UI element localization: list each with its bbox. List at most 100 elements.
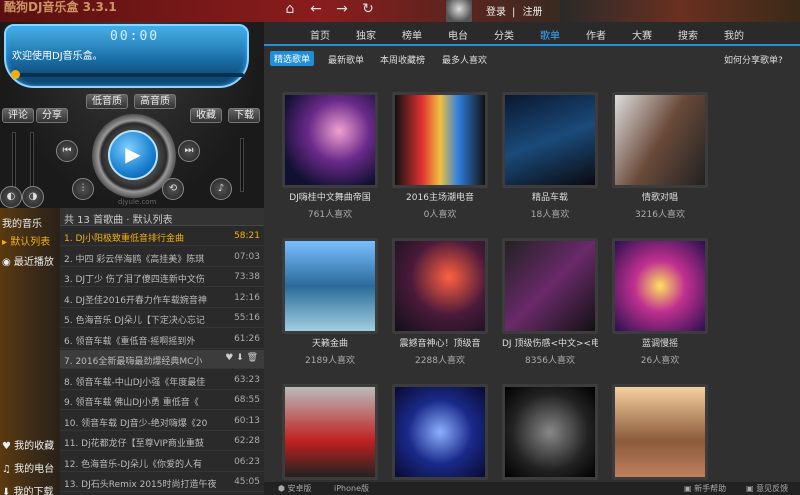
song-row[interactable]: 1. DJ小阳极致重低音排行金曲 58:21 <box>60 227 264 246</box>
song-row[interactable]: 11. Dj花都龙仔【至尊VIP商业重鼓 62:28 <box>60 432 264 451</box>
nav-radio[interactable]: ♫ 我的电台 <box>2 460 54 475</box>
playlist-card[interactable]: 天籁金曲 2189人喜欢 <box>282 238 378 366</box>
song-row[interactable]: 9. 领音车载 佛山DJ小勇 重低音《 68:55 <box>60 391 264 410</box>
login-link[interactable]: 登录 <box>486 7 506 18</box>
playlist-name[interactable]: 情歌对唱 <box>612 190 708 203</box>
playlist-cover[interactable] <box>392 92 488 188</box>
tab-featured[interactable]: 精选歌单 <box>270 51 315 66</box>
playlist-cover[interactable] <box>612 238 708 334</box>
playlist-name[interactable]: DJ嗨桂中文舞曲帝国 <box>282 190 378 203</box>
playlist-name[interactable]: DJ 顶级伤感<中文><电 <box>502 336 598 349</box>
playlist-cover[interactable] <box>282 238 378 334</box>
circle-icon-1[interactable]: ◐ <box>0 186 22 208</box>
song-row[interactable]: 10. 领音车载 DJ音少-绝对嗨爆《20 60:13 <box>60 412 264 431</box>
song-row[interactable]: 6. 领音车载《重低音·摇啊摇到外 61:26 <box>60 330 264 349</box>
tab-newest[interactable]: 最新歌单 <box>324 52 368 67</box>
equalizer-icon[interactable]: ⫶ <box>72 178 94 200</box>
left-slider[interactable] <box>12 132 16 192</box>
playlist-cover[interactable] <box>612 384 708 480</box>
tab-nav-6[interactable]: 作者 <box>586 27 606 42</box>
song-row[interactable]: 4. DJ圣佳2016开春力作车载婉音神 12:16 <box>60 289 264 308</box>
share-help-link[interactable]: 如何分享歌单? <box>720 52 787 67</box>
song-duration: 61:26 <box>234 333 260 344</box>
playlist-cover[interactable] <box>282 384 378 480</box>
song-row[interactable]: 8. 领音车载-中山DJ小强《年度最佳 63:23 <box>60 371 264 390</box>
playlist-cover[interactable] <box>502 92 598 188</box>
high-quality-button[interactable]: 高音质 <box>134 94 176 109</box>
nav-collect[interactable]: ♥ 我的收藏 <box>2 437 54 452</box>
playlist-card[interactable]: 2016主场潮电音 0人喜欢 <box>392 92 488 220</box>
progress-handle[interactable] <box>11 70 20 79</box>
tab-nav-9[interactable]: 我的 <box>724 27 744 42</box>
playlist-card[interactable]: 蓝调慢摇 26人喜欢 <box>612 238 708 366</box>
playlist-cover[interactable] <box>502 384 598 480</box>
playlist-name[interactable]: 蓝调慢摇 <box>612 336 708 349</box>
playlist-card[interactable] <box>282 384 378 480</box>
register-link[interactable]: 注册 <box>523 7 543 18</box>
tab-nav-1[interactable]: 独家 <box>356 27 376 42</box>
playlist-card[interactable]: DJ 顶级伤感<中文><电 8356人喜欢 <box>502 238 598 366</box>
home-icon[interactable]: ⌂ <box>282 1 298 17</box>
next-icon[interactable]: ⏭ <box>178 140 200 162</box>
progress-bar[interactable] <box>11 70 244 79</box>
song-row[interactable]: 7. 2016全新最嗨最劲爆经典MC小 ♥ ⬇ 🗑 <box>60 350 264 369</box>
song-row[interactable]: 5. 色海音乐 DJ朵儿【下定决心忘记 55:16 <box>60 309 264 328</box>
song-title: 5. 色海音乐 DJ朵儿【下定决心忘记 <box>64 316 205 326</box>
playlist-name[interactable]: 精品车载 <box>502 190 598 203</box>
tab-nav-3[interactable]: 电台 <box>448 27 468 42</box>
song-row[interactable]: 3. DJ丁少 伤了泪了傻四连新中文伤 73:38 <box>60 268 264 287</box>
forward-icon[interactable]: → <box>334 1 350 17</box>
playlist-card[interactable]: 精品车载 18人喜欢 <box>502 92 598 220</box>
user-avatar[interactable] <box>446 0 472 22</box>
playlist-card[interactable]: 情歌对唱 3216人喜欢 <box>612 92 708 220</box>
circle-icon-2[interactable]: ◑ <box>22 186 44 208</box>
playlist-name[interactable]: 天籁金曲 <box>282 336 378 349</box>
iphone-link[interactable]: iPhone版 <box>334 483 369 494</box>
tab-most-liked[interactable]: 最多人喜欢 <box>438 52 491 67</box>
back-icon[interactable]: ← <box>308 1 324 17</box>
playlist-name[interactable]: 震撼音神心！顶级音 <box>392 336 488 349</box>
playlist-cover[interactable] <box>502 238 598 334</box>
low-quality-button[interactable]: 低音质 <box>86 94 128 109</box>
tab-nav-8[interactable]: 搜索 <box>678 27 698 42</box>
playlist-card[interactable] <box>392 384 488 480</box>
tab-nav-0[interactable]: 首页 <box>310 27 330 42</box>
tab-nav-4[interactable]: 分类 <box>494 27 514 42</box>
playlist-name[interactable]: 2016主场潮电音 <box>392 190 488 203</box>
share-button[interactable]: 分享 <box>36 108 68 123</box>
playlist-cover[interactable] <box>282 92 378 188</box>
left-slider-2[interactable] <box>30 132 34 192</box>
tab-nav-5[interactable]: 歌单 <box>540 27 560 42</box>
volume-icon[interactable]: ♪ <box>210 178 232 200</box>
prev-icon[interactable]: ⏮ <box>56 140 78 162</box>
refresh-icon[interactable]: ↻ <box>360 1 376 17</box>
download-button[interactable]: 下载 <box>228 108 260 123</box>
android-link[interactable]: ⬢ 安卓版 <box>278 483 312 494</box>
song-row[interactable]: 2. 中四 彩云伴海鸥《高挂美》陈琪 07:03 <box>60 248 264 267</box>
feedback-link[interactable]: ▣ 意见反馈 <box>746 483 788 494</box>
song-row[interactable]: 12. 色海音乐-DJ朵儿《你爱的人有 06:23 <box>60 453 264 472</box>
nav-my-music[interactable]: 我的音乐 <box>2 215 42 230</box>
song-row[interactable]: 13. DJ石头Remix 2015时尚打造午夜 45:05 <box>60 473 264 492</box>
song-duration: 68:55 <box>234 395 260 405</box>
playlist-cover[interactable] <box>392 384 488 480</box>
nav-default-list[interactable]: ▸ 默认列表 <box>2 233 50 248</box>
loop-icon[interactable]: ⟲ <box>162 178 184 200</box>
playlist-card[interactable]: 震撼音神心！顶级音 2288人喜欢 <box>392 238 488 366</box>
comment-button[interactable]: 评论 <box>2 108 34 123</box>
nav-recent[interactable]: ◉ 最近播放 <box>2 253 54 268</box>
playlist-card[interactable] <box>612 384 708 480</box>
playlist-card[interactable]: DJ嗨桂中文舞曲帝国 761人喜欢 <box>282 92 378 220</box>
playlist-cover[interactable] <box>612 92 708 188</box>
nav-download[interactable]: ⬇ 我的下载 <box>2 483 54 495</box>
playlist-card[interactable] <box>502 384 598 480</box>
tab-weekly[interactable]: 本周收藏榜 <box>376 52 429 67</box>
help-link[interactable]: ▣ 新手帮助 <box>684 483 726 494</box>
playlist-cover[interactable] <box>392 238 488 334</box>
tab-nav-7[interactable]: 大赛 <box>632 27 652 42</box>
collect-button[interactable]: 收藏 <box>190 108 222 123</box>
song-actions[interactable]: ♥ ⬇ 🗑 <box>225 353 258 363</box>
volume-slider[interactable] <box>240 138 244 192</box>
tab-nav-2[interactable]: 榜单 <box>402 27 422 42</box>
play-icon[interactable]: ▶ <box>108 130 158 180</box>
